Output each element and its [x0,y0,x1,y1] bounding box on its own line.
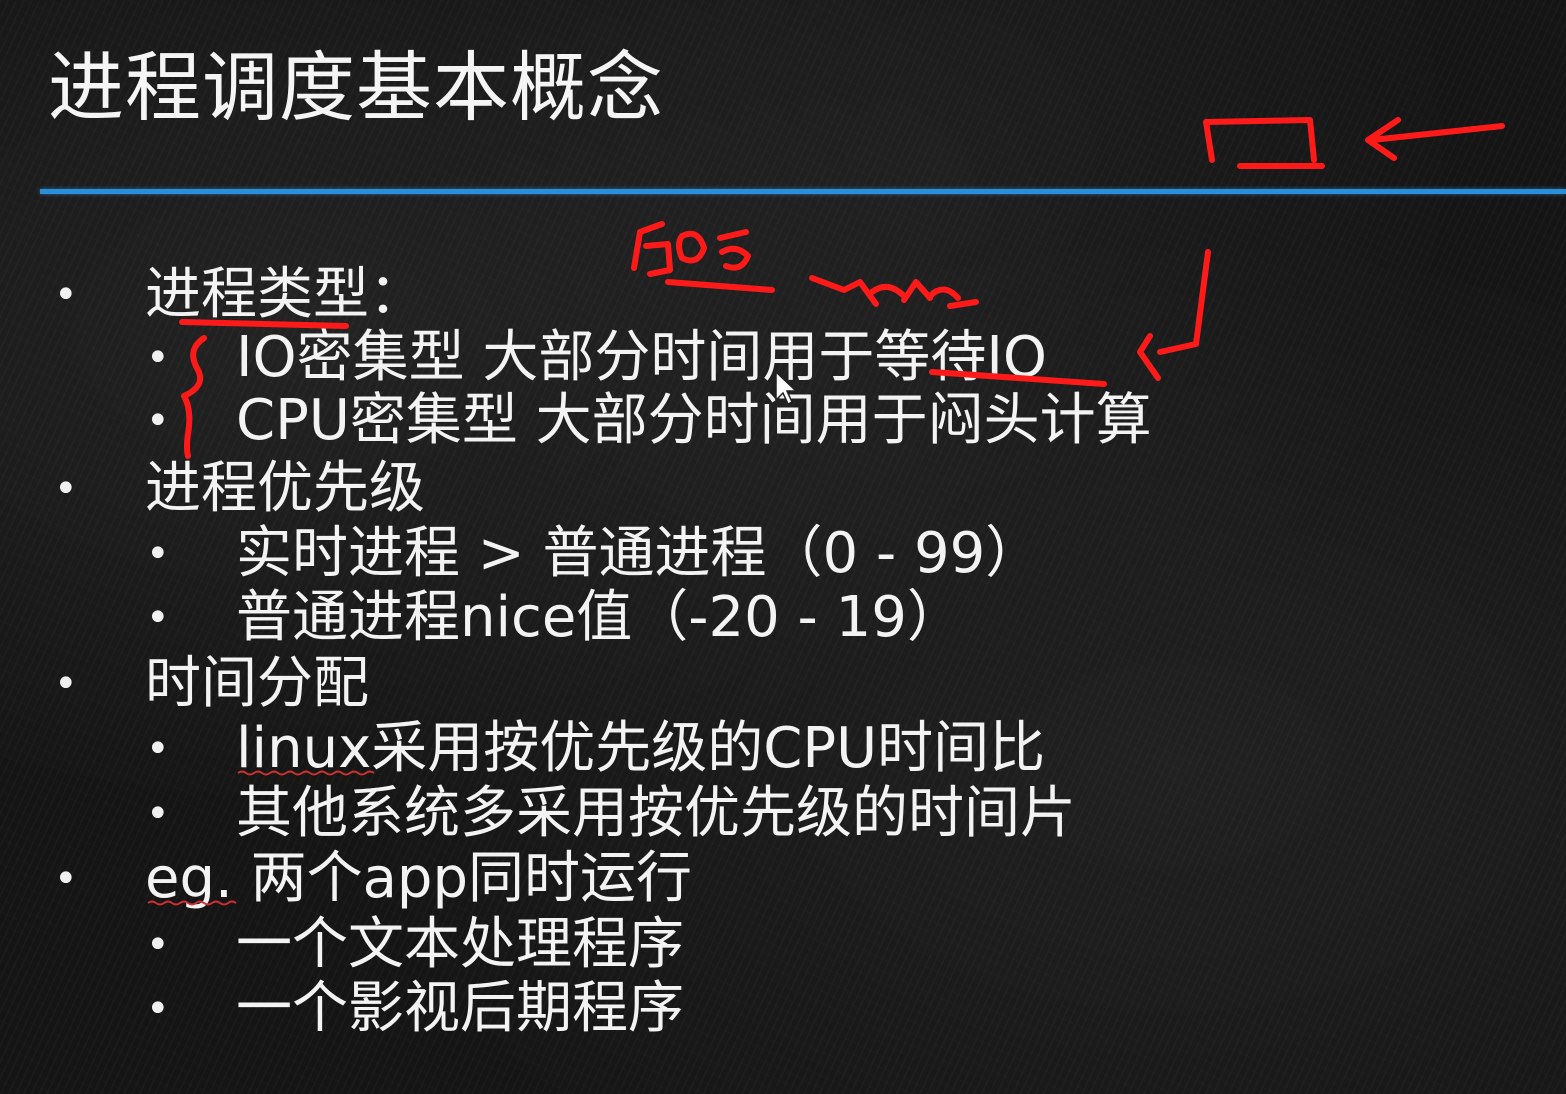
mouse-pointer-icon [775,370,798,406]
